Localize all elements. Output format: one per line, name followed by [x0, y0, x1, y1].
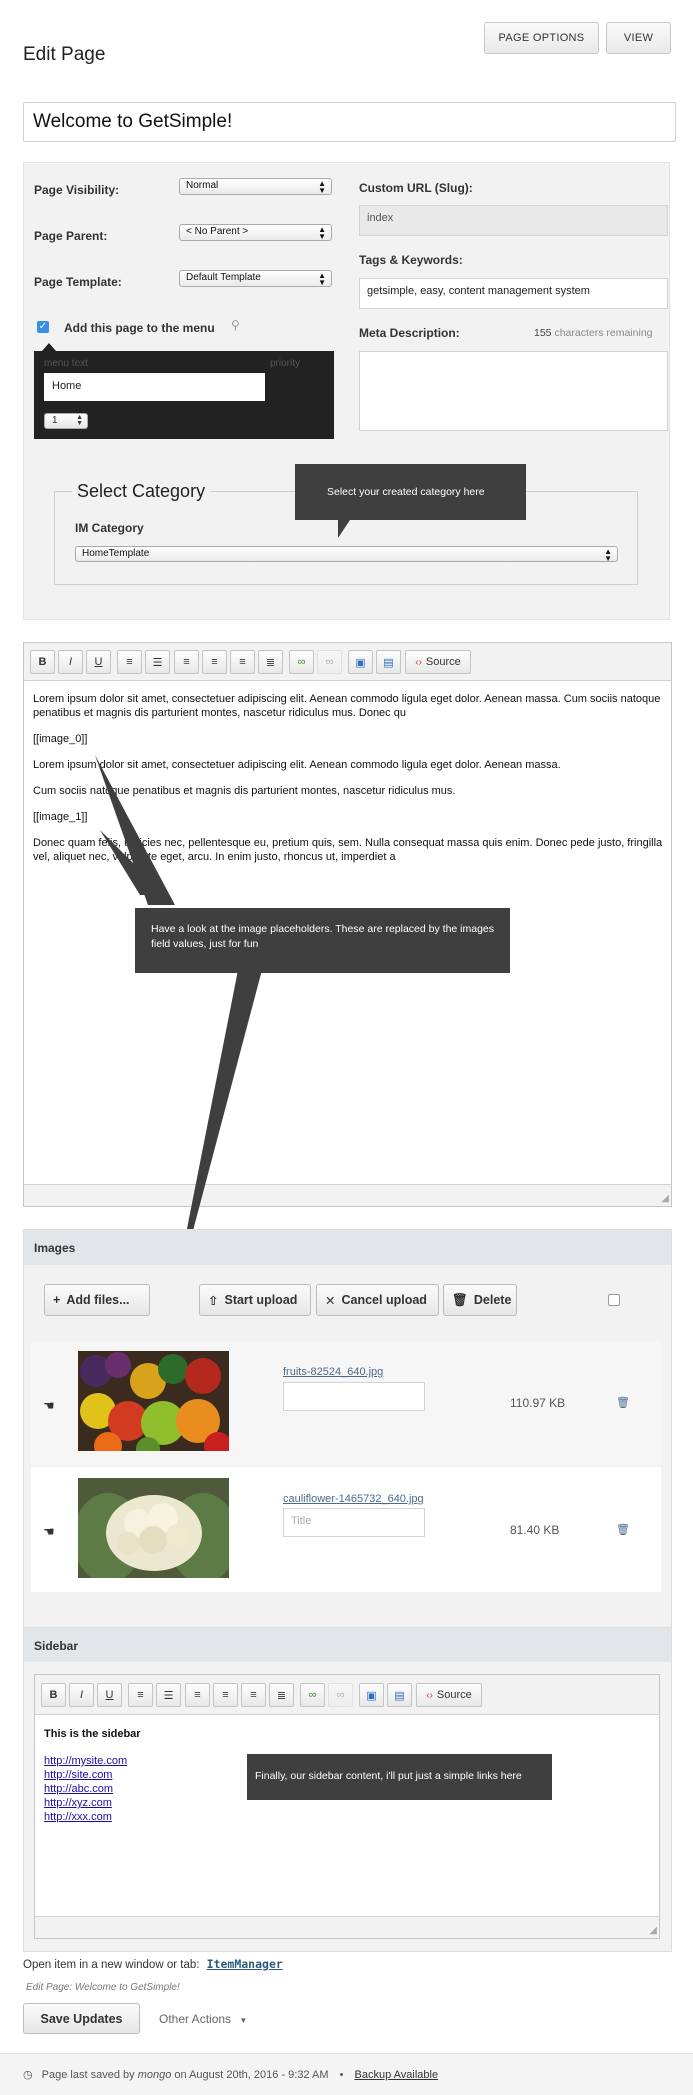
underline-button[interactable]: U [97, 1683, 122, 1707]
source-icon: ‹› [426, 1689, 433, 1701]
start-upload-button[interactable]: ⇧ Start upload [199, 1284, 311, 1316]
other-actions-dropdown[interactable]: Other Actions ▼ [159, 2012, 247, 2026]
cancel-upload-label: Cancel upload [341, 1293, 427, 1307]
align-left-icon[interactable]: ≡ [185, 1683, 210, 1707]
image-icon[interactable]: ▣ [359, 1683, 384, 1707]
cancel-upload-button[interactable]: ✕ Cancel upload [316, 1284, 439, 1316]
sidebar-tooltip: Finally, our sidebar content, i'll put j… [247, 1754, 552, 1800]
image-filesize: 81.40 KB [510, 1523, 560, 1537]
sidebar-panel-title: Sidebar [24, 1628, 671, 1662]
source-button[interactable]: ‹› Source [416, 1683, 482, 1707]
trash-icon[interactable]: 🗑 [616, 1523, 630, 1536]
sidebar-link[interactable]: http://site.com [44, 1768, 127, 1782]
trash-icon: 🗑 [452, 1292, 468, 1307]
image-placeholder-tooltip: Have a look at the image placeholders. T… [135, 908, 510, 973]
numbered-list-icon[interactable]: ≡ [128, 1683, 153, 1707]
image-title-input[interactable]: Title [283, 1508, 425, 1537]
last-saved-line: ◷ Page last saved by mongo on August 20t… [23, 2068, 438, 2081]
open-item-line: Open item in a new window or tab: ItemMa… [23, 1957, 283, 1971]
drag-handle-icon[interactable]: ☚ [43, 1398, 55, 1414]
caret-down-icon: ▼ [239, 2016, 248, 2025]
sidebar-link[interactable]: http://abc.com [44, 1782, 127, 1796]
source-label: Source [436, 1689, 472, 1701]
cancel-icon: ✕ [325, 1293, 336, 1308]
saved-suffix: on August 20th, 2016 - 9:32 AM [174, 2069, 329, 2081]
align-justify-icon[interactable]: ≣ [269, 1683, 294, 1707]
saved-user: mongo [137, 2069, 172, 2081]
sidebar-editor-toolbar: B I U ≡ ☰ ≡ ≡ ≡ ≣ ∞ ∞ ▣ ▤ ‹› Source [35, 1675, 659, 1715]
sidebar-link[interactable]: http://xxx.com [44, 1810, 127, 1824]
sidebar-links: http://mysite.com http://site.com http:/… [44, 1754, 127, 1824]
sidebar-editor[interactable]: B I U ≡ ☰ ≡ ≡ ≡ ≣ ∞ ∞ ▣ ▤ ‹› Source This… [34, 1674, 660, 1939]
fruits-image [78, 1351, 232, 1461]
plus-icon: + [53, 1293, 61, 1307]
embed-icon[interactable]: ▤ [387, 1683, 412, 1707]
upload-icon: ⇧ [208, 1293, 219, 1308]
item-manager-link[interactable]: ItemManager [207, 1957, 283, 1971]
image-filesize: 110.97 KB [510, 1396, 566, 1410]
delete-button[interactable]: 🗑 Delete [443, 1284, 517, 1316]
trash-icon[interactable]: 🗑 [616, 1396, 630, 1409]
saved-prefix: Page last saved by [41, 2069, 135, 2081]
open-item-text: Open item in a new window or tab: [23, 1959, 200, 1971]
bulleted-list-icon[interactable]: ☰ [156, 1683, 181, 1707]
link-icon[interactable]: ∞ [300, 1683, 325, 1707]
drag-handle-icon[interactable]: ☚ [43, 1524, 55, 1540]
cauliflower-thumbnail [73, 1478, 238, 1583]
separator-bullet: • [339, 2069, 344, 2081]
cauliflower-image [73, 1478, 238, 1583]
select-all-checkbox[interactable] [608, 1294, 620, 1306]
italic-button[interactable]: I [69, 1683, 94, 1707]
save-updates-button[interactable]: Save Updates [23, 2003, 140, 2034]
sidebar-editor-statusbar [35, 1916, 659, 1938]
other-actions-label: Other Actions [159, 2012, 232, 2026]
add-files-label: Add files... [66, 1293, 130, 1307]
images-panel-title: Images [24, 1230, 671, 1265]
image-filename[interactable]: cauliflower-1465732_640.jpg [283, 1493, 424, 1505]
image-filename[interactable]: fruits-82524_640.jpg [283, 1366, 383, 1378]
resize-handle-icon[interactable]: ◢ [649, 1925, 657, 1936]
delete-label: Delete [473, 1293, 512, 1307]
sidebar-link[interactable]: http://mysite.com [44, 1754, 127, 1768]
sidebar-heading: This is the sidebar [44, 1728, 141, 1740]
bold-button[interactable]: B [41, 1683, 66, 1707]
align-right-icon[interactable]: ≡ [241, 1683, 266, 1707]
fruits-thumbnail [78, 1351, 232, 1461]
sidebar-link[interactable]: http://xyz.com [44, 1796, 127, 1810]
unlink-icon[interactable]: ∞ [328, 1683, 353, 1707]
add-files-button[interactable]: + Add files... [44, 1284, 150, 1316]
clock-icon: ◷ [23, 2069, 33, 2081]
image-title-input[interactable] [283, 1382, 425, 1411]
backup-available-link[interactable]: Backup Available [355, 2069, 439, 2081]
edit-page-caption: Edit Page: Welcome to GetSimple! [26, 1982, 180, 1993]
align-center-icon[interactable]: ≡ [213, 1683, 238, 1707]
start-upload-label: Start upload [224, 1293, 298, 1307]
